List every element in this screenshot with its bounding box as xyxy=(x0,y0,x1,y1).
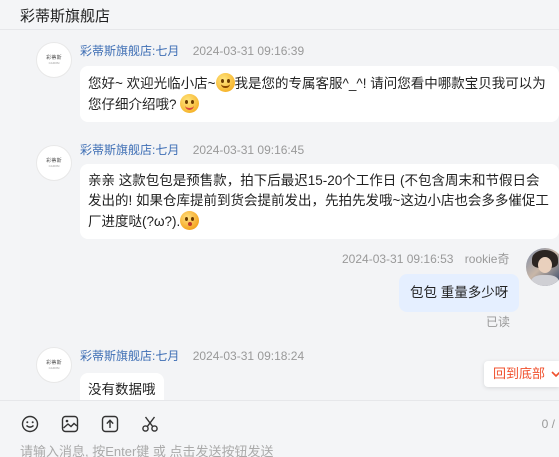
message-2: 彩蒂斯 CAIDISI 彩蒂斯旗舰店:七月 2024-03-31 09:16:4… xyxy=(20,133,559,243)
shop-avatar[interactable]: 彩蒂斯 CAIDISI xyxy=(36,42,72,78)
message-time: 2024-03-31 09:16:45 xyxy=(192,143,305,157)
message-text: 包包 重量多少呀 xyxy=(410,285,509,300)
chat-message-list[interactable]: 彩蒂斯 CAIDISI 彩蒂斯旗舰店:七月 2024-03-31 09:16:3… xyxy=(20,30,559,400)
message-bubble[interactable]: 没有数据哦 xyxy=(80,373,164,400)
message-meta: 2024-03-31 09:16:53 rookie奇 xyxy=(342,250,509,267)
message-meta: 彩蒂斯旗舰店:七月 2024-03-31 09:18:24 xyxy=(80,347,304,364)
sender-name[interactable]: 彩蒂斯旗舰店:七月 xyxy=(80,44,179,58)
message-3-self: 2024-03-31 09:16:53 rookie奇 包包 重量多少呀 已读 xyxy=(20,245,559,335)
shop-avatar[interactable]: 彩蒂斯 CAIDISI xyxy=(36,347,72,383)
message-text: 没有数据哦 xyxy=(88,382,156,397)
sender-name[interactable]: 彩蒂斯旗舰店:七月 xyxy=(80,349,179,363)
back-to-bottom-button[interactable]: 回到底部 xyxy=(484,361,559,387)
message-time: 2024-03-31 09:16:39 xyxy=(192,44,305,58)
message-bubble[interactable]: 您好~ 欢迎光临小店~ 我是您的专属客服^_^! 请问您看中哪款宝贝我可以为您仔细… xyxy=(80,66,559,122)
shop-logo-sub: CAIDISI xyxy=(48,366,60,370)
message-bubble[interactable]: 亲亲 这款包包是预售款，拍下后最迟15-20个工作日 (不包含周末和节假日会发出… xyxy=(80,164,559,239)
user-avatar[interactable] xyxy=(526,248,559,286)
sender-name[interactable]: rookie奇 xyxy=(465,252,510,266)
back-to-bottom-label: 回到底部 xyxy=(493,366,546,381)
message-time: 2024-03-31 09:16:53 xyxy=(342,252,454,266)
tongue-face-emoji-icon xyxy=(180,94,200,113)
shop-logo-sub: CAIDISI xyxy=(48,61,60,65)
message-meta: 彩蒂斯旗舰店:七月 2024-03-31 09:16:39 xyxy=(80,42,304,59)
message-text: 亲亲 这款包包是预售款，拍下后最迟15-20个工作日 (不包含周末和节假日会发出… xyxy=(88,173,549,229)
read-status: 已读 xyxy=(486,315,511,329)
message-4: 彩蒂斯 CAIDISI 彩蒂斯旗舰店:七月 2024-03-31 09:18:2… xyxy=(20,332,559,400)
image-icon[interactable] xyxy=(60,414,80,434)
message-composer: 0 / 请输入消息, 按Enter键 或 点击发送按钮发送 xyxy=(0,400,559,457)
chat-header: 彩蒂斯旗舰店 xyxy=(0,0,559,30)
message-bubble[interactable]: 包包 重量多少呀 xyxy=(399,274,520,312)
message-time: 2024-03-31 09:18:24 xyxy=(192,349,305,363)
char-counter: 0 / xyxy=(541,417,555,431)
shop-logo-sub: CAIDISI xyxy=(48,164,60,168)
page-title: 彩蒂斯旗舰店 xyxy=(20,8,111,25)
message-text: 您好~ 欢迎光临小店~ xyxy=(88,76,216,91)
sender-name[interactable]: 彩蒂斯旗舰店:七月 xyxy=(80,143,179,157)
emoji-icon[interactable] xyxy=(20,414,40,434)
message-input[interactable]: 请输入消息, 按Enter键 或 点击发送按钮发送 xyxy=(20,441,274,457)
scissors-icon[interactable] xyxy=(140,414,160,434)
message-1: 彩蒂斯 CAIDISI 彩蒂斯旗舰店:七月 2024-03-31 09:16:3… xyxy=(20,30,559,140)
dizzy-face-emoji-icon xyxy=(215,73,235,92)
chevron-down-icon xyxy=(551,371,559,378)
message-meta: 彩蒂斯旗舰店:七月 2024-03-31 09:16:45 xyxy=(80,141,304,158)
kiss-face-emoji-icon xyxy=(180,211,200,230)
shop-avatar[interactable]: 彩蒂斯 CAIDISI xyxy=(36,145,72,181)
upload-icon[interactable] xyxy=(100,414,120,434)
